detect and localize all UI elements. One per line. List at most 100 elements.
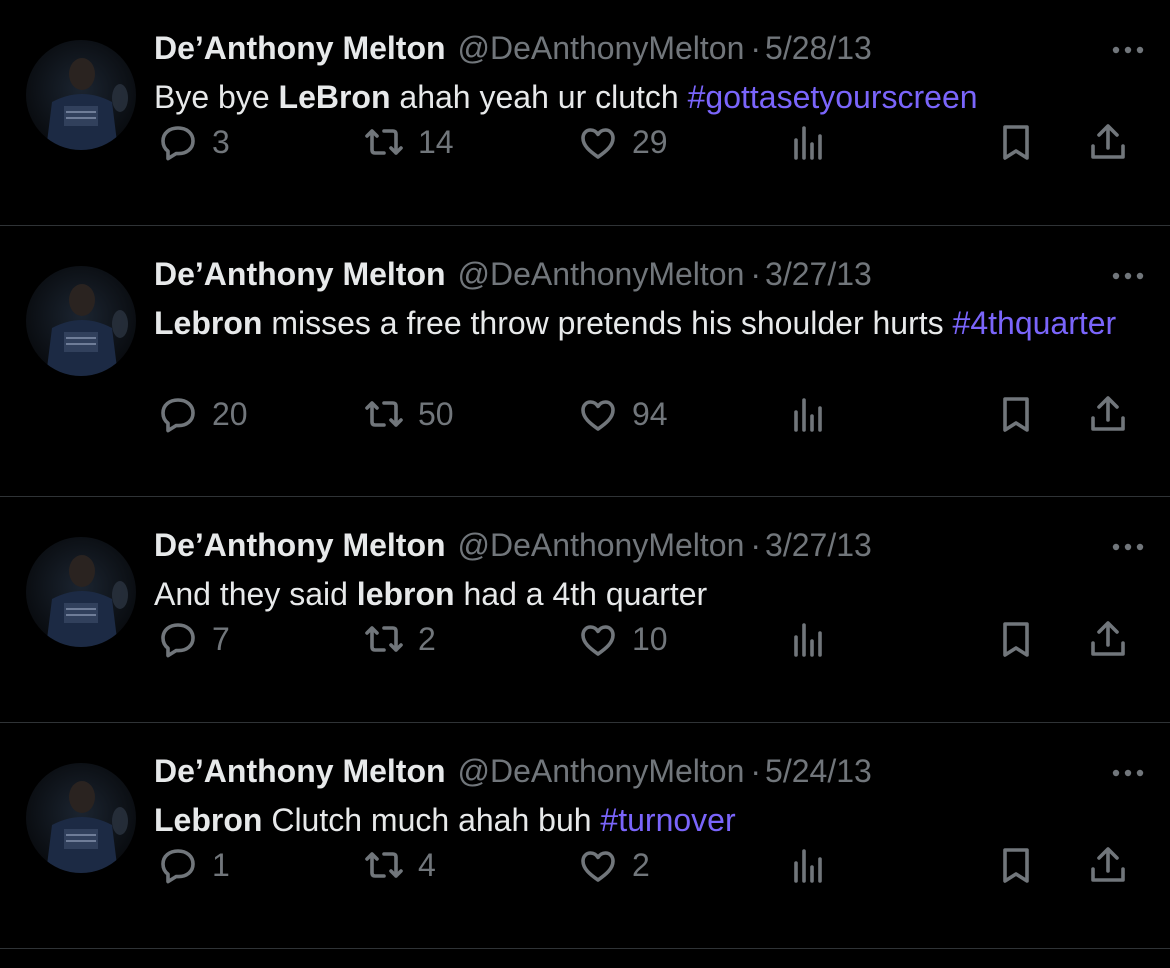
separator-dot: · — [750, 30, 762, 66]
reply-button[interactable]: 7 — [154, 614, 230, 664]
text-segment: had a 4th quarter — [454, 576, 708, 612]
text-segment: misses a free throw pretends his shoulde… — [262, 305, 953, 341]
more-icon[interactable] — [1106, 28, 1150, 68]
tweet-date[interactable]: 5/24/13 — [765, 753, 872, 789]
author-handle[interactable]: @DeAnthonyMelton — [458, 753, 745, 789]
tweet-date[interactable]: 5/28/13 — [765, 30, 872, 66]
like-count: 94 — [632, 395, 668, 432]
retweet-icon — [360, 841, 408, 889]
like-button[interactable]: 2 — [574, 840, 650, 890]
tweet[interactable]: De’Anthony Melton @DeAnthonyMelton · 5/28/1… — [0, 0, 1170, 226]
tweet[interactable]: De’Anthony Melton @DeAnthonyMelton · 5/24/1… — [0, 723, 1170, 949]
views-icon — [784, 390, 832, 438]
tweet[interactable]: De’Anthony Melton @DeAnthonyMelton · 3/27/1… — [0, 226, 1170, 497]
hashtag-link[interactable]: #turnover — [600, 802, 735, 838]
more-icon[interactable] — [1106, 525, 1150, 565]
retweet-icon — [360, 390, 408, 438]
reply-button[interactable]: 1 — [154, 840, 230, 890]
avatar[interactable] — [26, 537, 136, 647]
share-icon — [1084, 118, 1132, 166]
retweet-icon — [360, 615, 408, 663]
tweet-text: Bye bye LeBron ahah yeah ur clutch #gott… — [154, 74, 1144, 121]
text-segment: Bye bye — [154, 79, 279, 115]
bookmark-icon — [992, 841, 1040, 889]
author-name[interactable]: De’Anthony Melton — [154, 256, 446, 292]
reply-button[interactable]: 20 — [154, 389, 248, 439]
retweet-count: 50 — [418, 395, 454, 432]
like-button[interactable]: 29 — [574, 117, 668, 167]
heart-icon — [574, 118, 622, 166]
share-icon — [1084, 390, 1132, 438]
share-button[interactable] — [1084, 840, 1132, 890]
heart-icon — [574, 615, 622, 663]
retweet-icon — [360, 118, 408, 166]
views-button[interactable] — [784, 614, 832, 664]
bookmark-icon — [992, 615, 1040, 663]
tweet-header: De’Anthony Melton @DeAnthonyMelton · 3/27/1… — [154, 525, 1144, 565]
bookmark-button[interactable] — [992, 389, 1040, 439]
tweet-header: De’Anthony Melton @DeAnthonyMelton · 5/24/1… — [154, 751, 1144, 791]
tweet-actions: 1 4 2 — [154, 840, 1144, 890]
avatar[interactable] — [26, 266, 136, 376]
tweet-text: Lebron Clutch much ahah buh #turnover — [154, 797, 1144, 844]
share-icon — [1084, 615, 1132, 663]
reply-icon — [154, 390, 202, 438]
share-button[interactable] — [1084, 117, 1132, 167]
more-icon[interactable] — [1106, 751, 1150, 791]
reply-icon — [154, 841, 202, 889]
views-button[interactable] — [784, 117, 832, 167]
reply-icon — [154, 118, 202, 166]
retweet-button[interactable]: 50 — [360, 389, 454, 439]
author-handle[interactable]: @DeAnthonyMelton — [458, 527, 745, 563]
bookmark-icon — [992, 390, 1040, 438]
author-handle[interactable]: @DeAnthonyMelton — [458, 30, 745, 66]
text-segment: And they said — [154, 576, 357, 612]
like-count: 2 — [632, 846, 650, 883]
share-button[interactable] — [1084, 389, 1132, 439]
bookmark-button[interactable] — [992, 840, 1040, 890]
retweet-button[interactable]: 4 — [360, 840, 436, 890]
author-handle[interactable]: @DeAnthonyMelton — [458, 256, 745, 292]
share-icon — [1084, 841, 1132, 889]
author-name[interactable]: De’Anthony Melton — [154, 527, 446, 563]
tweet-date[interactable]: 3/27/13 — [765, 527, 872, 563]
like-button[interactable]: 94 — [574, 389, 668, 439]
tweet-date[interactable]: 3/27/13 — [765, 256, 872, 292]
tweet-text: Lebron misses a free throw pretends his … — [154, 300, 1144, 347]
retweet-count: 4 — [418, 846, 436, 883]
author-name[interactable]: De’Anthony Melton — [154, 753, 446, 789]
separator-dot: · — [750, 753, 762, 789]
views-button[interactable] — [784, 840, 832, 890]
retweet-button[interactable]: 2 — [360, 614, 436, 664]
avatar[interactable] — [26, 763, 136, 873]
tweet-text: And they said lebron had a 4th quarter — [154, 571, 1144, 618]
retweet-button[interactable]: 14 — [360, 117, 454, 167]
share-button[interactable] — [1084, 614, 1132, 664]
like-button[interactable]: 10 — [574, 614, 668, 664]
reply-count: 3 — [212, 123, 230, 160]
reply-icon — [154, 615, 202, 663]
views-button[interactable] — [784, 389, 832, 439]
author-name[interactable]: De’Anthony Melton — [154, 30, 446, 66]
hashtag-link[interactable]: #gottasetyourscreen — [688, 79, 978, 115]
text-segment: ahah yeah ur clutch — [390, 79, 688, 115]
avatar[interactable] — [26, 40, 136, 150]
more-icon[interactable] — [1106, 254, 1150, 294]
bookmark-button[interactable] — [992, 614, 1040, 664]
hashtag-link[interactable]: #4thquarter — [953, 305, 1117, 341]
tweet-header: De’Anthony Melton @DeAnthonyMelton · 5/28/1… — [154, 28, 1144, 68]
tweet-actions: 7 2 10 — [154, 614, 1144, 664]
tweet[interactable]: De’Anthony Melton @DeAnthonyMelton · 3/27/1… — [0, 497, 1170, 723]
heart-icon — [574, 841, 622, 889]
reply-button[interactable]: 3 — [154, 117, 230, 167]
tweet-header: De’Anthony Melton @DeAnthonyMelton · 3/27/1… — [154, 254, 1144, 294]
bold-text: Lebron — [154, 802, 263, 838]
like-count: 10 — [632, 620, 668, 657]
reply-count: 1 — [212, 846, 230, 883]
bookmark-icon — [992, 118, 1040, 166]
bookmark-button[interactable] — [992, 117, 1040, 167]
views-icon — [784, 615, 832, 663]
reply-count: 7 — [212, 620, 230, 657]
text-segment: Clutch much ahah buh — [262, 802, 601, 838]
reply-count: 20 — [212, 395, 248, 432]
